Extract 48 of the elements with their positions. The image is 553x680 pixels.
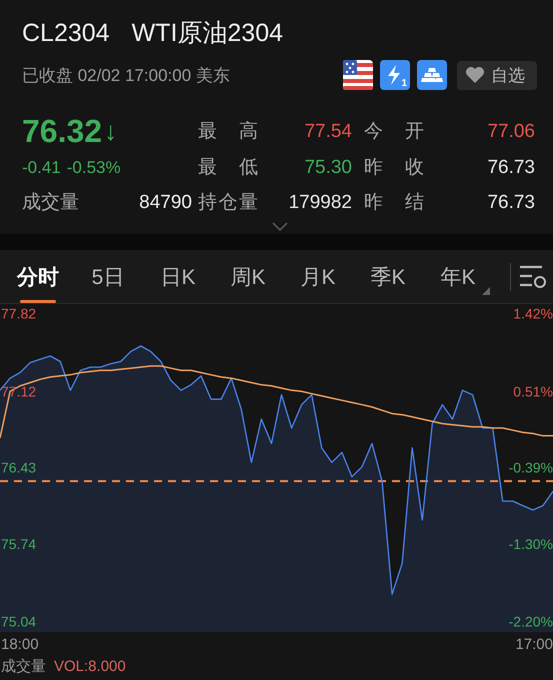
- percent-change: -0.53%: [66, 157, 121, 179]
- axis-label: 1.42%: [513, 306, 553, 322]
- expand-chevron-icon[interactable]: [272, 222, 288, 231]
- stat-value: 179982: [288, 191, 353, 215]
- stat-value: 76.73: [486, 156, 536, 180]
- stat-label: 昨 结: [364, 191, 424, 215]
- axis-label: 76.43: [1, 460, 36, 476]
- stat-label: 今 开: [364, 120, 424, 144]
- flag-icon[interactable]: [343, 60, 373, 90]
- axis-label: 0.51%: [513, 383, 553, 400]
- period-tab[interactable]: 季K: [356, 250, 420, 302]
- period-tab[interactable]: 日K: [146, 250, 210, 302]
- axis-label: -2.20%: [508, 614, 553, 630]
- volume-label: 成交量: [22, 191, 79, 215]
- volume-value: 84790: [139, 191, 192, 215]
- contract-name: WTI原油2304: [132, 18, 284, 48]
- stat-label: 最 低: [198, 156, 258, 180]
- market-status: 已收盘 02/02 17:00:00 美东: [22, 64, 230, 86]
- period-tab[interactable]: 5日: [76, 250, 140, 302]
- axis-label: 77.82: [1, 306, 36, 322]
- heart-icon: [465, 66, 485, 84]
- period-tab[interactable]: 分时: [6, 250, 70, 302]
- period-tab[interactable]: 月K: [286, 250, 350, 302]
- stat-value: 77.06: [486, 120, 536, 144]
- time-label: 18:00: [1, 635, 39, 655]
- ingot-stack-icon[interactable]: [417, 60, 447, 90]
- period-tab[interactable]: 周K: [216, 250, 280, 302]
- price-change: -0.41: [22, 157, 61, 179]
- time-label: 17:00: [515, 635, 553, 655]
- axis-label: 75.04: [1, 614, 36, 630]
- period-tab[interactable]: 年K: [426, 250, 490, 302]
- stat-value: 77.54: [303, 120, 353, 144]
- volume-reading: VOL:8.000: [54, 657, 126, 677]
- stat-value: 75.30: [303, 156, 353, 180]
- stat-label: 昨 收: [364, 156, 424, 180]
- volume-label: 成交量: [1, 657, 46, 677]
- axis-label: 75.74: [1, 536, 36, 552]
- contract-code: CL2304: [22, 18, 110, 48]
- stat-label: 最 高: [198, 120, 258, 144]
- dropdown-corner-icon: [482, 286, 490, 294]
- watchlist-button[interactable]: 自选: [457, 60, 537, 90]
- settings-icon[interactable]: [519, 264, 547, 290]
- stat-value: 76.73: [486, 191, 536, 215]
- axis-label: -0.39%: [508, 460, 553, 476]
- stat-label: 持仓量: [198, 191, 258, 215]
- down-arrow: ↓: [104, 116, 118, 146]
- last-price: 76.32: [22, 116, 102, 146]
- axis-label: -1.30%: [508, 536, 553, 552]
